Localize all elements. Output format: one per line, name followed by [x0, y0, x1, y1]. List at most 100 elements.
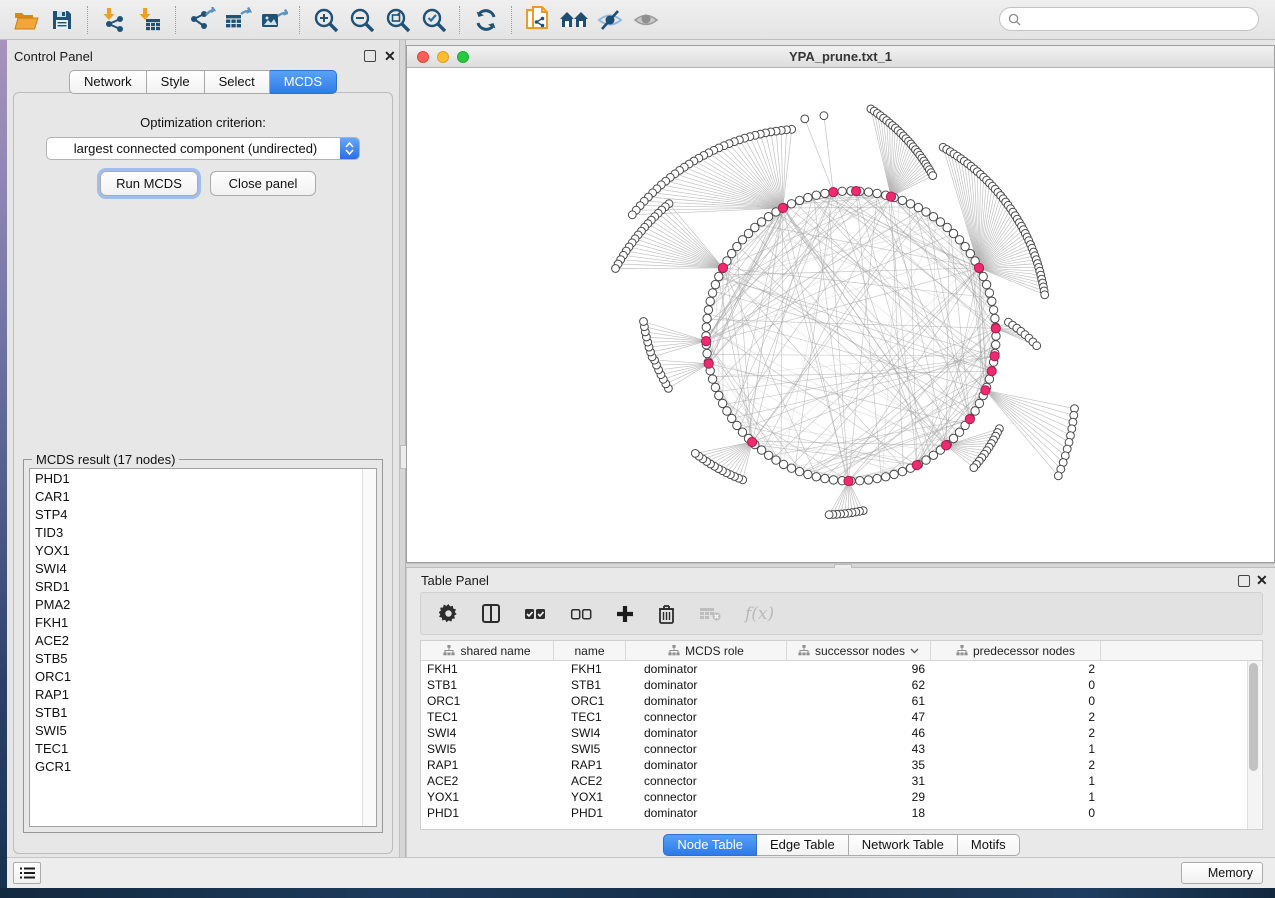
ring-node[interactable]: [985, 289, 993, 297]
result-item[interactable]: TID3: [30, 523, 376, 541]
ring-node[interactable]: [718, 399, 726, 407]
result-item[interactable]: GCR1: [30, 757, 376, 775]
mcds-hub-node[interactable]: [912, 461, 921, 470]
tab-node-table[interactable]: Node Table: [663, 834, 757, 856]
open-file-icon[interactable]: [8, 4, 44, 36]
table-row[interactable]: RAP1RAP1dominator352: [421, 757, 1262, 773]
ring-node[interactable]: [992, 341, 1000, 349]
ring-node[interactable]: [703, 314, 711, 322]
ring-node[interactable]: [764, 451, 772, 459]
ring-node[interactable]: [922, 456, 930, 464]
zoom-fit-icon[interactable]: [380, 4, 416, 36]
result-item[interactable]: ORC1: [30, 667, 376, 685]
mcds-hub-node[interactable]: [965, 415, 974, 424]
table-scrollbar[interactable]: [1247, 661, 1261, 829]
ring-node[interactable]: [982, 280, 990, 288]
result-item[interactable]: SWI4: [30, 559, 376, 577]
ring-node[interactable]: [708, 375, 716, 383]
leaf-node[interactable]: [628, 211, 636, 219]
mcds-hub-node[interactable]: [981, 386, 990, 395]
ring-node[interactable]: [989, 306, 997, 314]
export-network-icon[interactable]: [184, 4, 220, 36]
ring-node[interactable]: [864, 476, 872, 484]
mcds-hub-node[interactable]: [852, 187, 861, 196]
ring-node[interactable]: [829, 476, 837, 484]
control-panel-close-icon[interactable]: ✕: [384, 48, 396, 65]
ring-node[interactable]: [702, 323, 710, 331]
ring-node[interactable]: [723, 407, 731, 415]
search-field[interactable]: [1026, 11, 1258, 27]
task-history-list-button[interactable]: [13, 862, 41, 884]
mcds-hub-node[interactable]: [718, 263, 727, 272]
result-item[interactable]: STB1: [30, 703, 376, 721]
ring-node[interactable]: [804, 193, 812, 201]
ring-node[interactable]: [929, 213, 937, 221]
zoom-selected-icon[interactable]: [416, 4, 452, 36]
ring-node[interactable]: [708, 289, 716, 297]
result-item[interactable]: STB5: [30, 649, 376, 667]
import-table-icon[interactable]: [132, 4, 168, 36]
tab-mcds[interactable]: MCDS: [270, 70, 337, 94]
result-item[interactable]: YOX1: [30, 541, 376, 559]
ring-node[interactable]: [812, 191, 820, 199]
leaf-node[interactable]: [1041, 291, 1049, 299]
export-image-icon[interactable]: [256, 4, 292, 36]
tab-select[interactable]: Select: [205, 70, 270, 94]
ring-node[interactable]: [779, 460, 787, 468]
ring-node[interactable]: [706, 297, 714, 305]
mcds-hub-node[interactable]: [942, 441, 951, 450]
show-columns-icon[interactable]: [482, 604, 500, 623]
ring-node[interactable]: [890, 470, 898, 478]
hide-selected-eye-icon[interactable]: [592, 4, 628, 36]
run-mcds-button[interactable]: Run MCDS: [100, 171, 198, 196]
clone-network-icon[interactable]: [520, 4, 556, 36]
leaf-node[interactable]: [929, 172, 937, 180]
save-icon[interactable]: [44, 4, 80, 36]
mcds-hub-node[interactable]: [886, 192, 895, 201]
control-panel-float-icon[interactable]: [364, 50, 376, 62]
leaf-node[interactable]: [640, 318, 648, 326]
tab-network[interactable]: Network: [69, 70, 147, 94]
ring-node[interactable]: [703, 349, 711, 357]
table-row[interactable]: SWI4SWI4dominator462: [421, 725, 1262, 741]
mcds-hub-node[interactable]: [748, 437, 757, 446]
ring-node[interactable]: [898, 467, 906, 475]
refresh-icon[interactable]: [468, 4, 504, 36]
table-row[interactable]: PHD1PHD1dominator180: [421, 805, 1262, 821]
export-table-icon[interactable]: [220, 4, 256, 36]
table-row[interactable]: ORC1ORC1dominator610: [421, 693, 1262, 709]
ring-node[interactable]: [711, 280, 719, 288]
table-scrollbar-thumb[interactable]: [1249, 663, 1258, 771]
leaf-node[interactable]: [1033, 342, 1041, 350]
mcds-hub-node[interactable]: [991, 324, 1000, 333]
ring-node[interactable]: [985, 375, 993, 383]
ring-node[interactable]: [704, 306, 712, 314]
deselect-all-rows-icon[interactable]: [570, 607, 592, 621]
ring-node[interactable]: [821, 474, 829, 482]
result-item[interactable]: CAR1: [30, 487, 376, 505]
close-panel-button[interactable]: Close panel: [210, 171, 316, 196]
result-item[interactable]: ACE2: [30, 631, 376, 649]
tab-edge-table[interactable]: Edge Table: [757, 834, 849, 856]
column-header-shared-name[interactable]: shared name: [421, 641, 554, 660]
vertical-split-divider[interactable]: [399, 40, 406, 857]
leaf-node[interactable]: [820, 112, 828, 120]
table-row[interactable]: TEC1TEC1connector472: [421, 709, 1262, 725]
ring-node[interactable]: [821, 189, 829, 197]
ring-node[interactable]: [838, 187, 846, 195]
result-item[interactable]: TEC1: [30, 739, 376, 757]
mcds-hub-node[interactable]: [974, 263, 983, 272]
mcds-hub-node[interactable]: [844, 476, 853, 485]
mcds-hub-node[interactable]: [778, 203, 787, 212]
result-item[interactable]: FKH1: [30, 613, 376, 631]
leaf-node[interactable]: [612, 265, 620, 273]
leaf-node[interactable]: [801, 115, 809, 123]
ring-node[interactable]: [906, 200, 914, 208]
import-network-icon[interactable]: [96, 4, 132, 36]
result-item[interactable]: PHD1: [30, 469, 376, 487]
ring-node[interactable]: [882, 473, 890, 481]
ring-node[interactable]: [772, 456, 780, 464]
table-row[interactable]: YOX1YOX1connector291: [421, 789, 1262, 805]
ring-node[interactable]: [864, 188, 872, 196]
table-row[interactable]: ACE2ACE2connector311: [421, 773, 1262, 789]
